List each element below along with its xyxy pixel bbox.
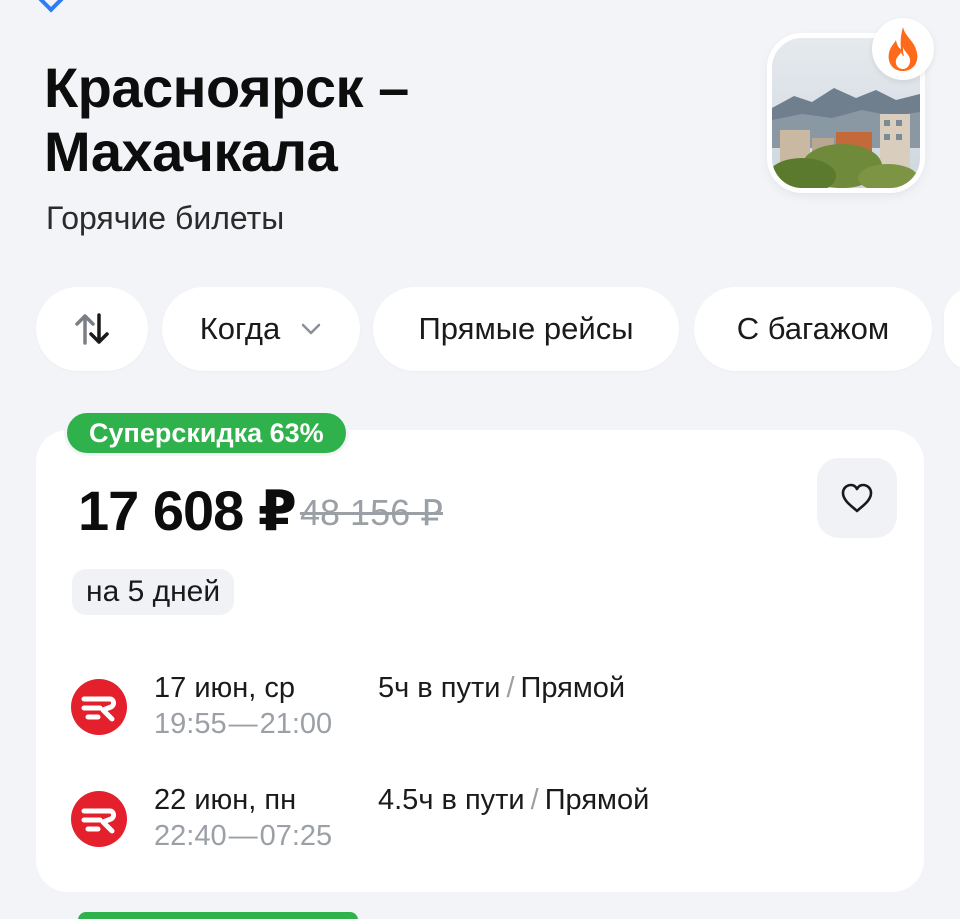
leg-date: 17 июн, ср <box>154 672 296 704</box>
direct-flights-filter[interactable]: Прямые рейсы <box>373 287 679 371</box>
discount-badge: Суперскидка 63% <box>64 410 349 456</box>
when-filter-label: Когда <box>199 311 281 346</box>
leg-times: 22:40—07:25 <box>154 820 332 853</box>
travel-time: 5ч в пути <box>378 672 501 704</box>
info-separator: / <box>530 784 539 816</box>
trip-duration-badge: на 5 дней <box>72 569 235 615</box>
more-filters-chip[interactable] <box>944 287 960 371</box>
departure-time: 19:55 <box>154 708 227 740</box>
baggage-filter[interactable]: С багажом <box>694 287 932 371</box>
route-title-line2: Махачкала <box>44 120 338 183</box>
heart-icon <box>841 483 873 513</box>
next-offer-badge-peek <box>78 912 358 919</box>
page-subtitle: Горячие билеты <box>46 200 285 236</box>
stops-label: Прямой <box>544 784 650 816</box>
flight-leg-return: 22 июн, пн 22:40—07:25 4.5ч в пути / Прямо… <box>70 784 890 864</box>
chevron-down-icon <box>302 323 321 335</box>
arrival-time: 07:25 <box>259 820 333 852</box>
leg-times: 19:55—21:00 <box>154 708 332 741</box>
info-separator: / <box>506 672 515 704</box>
airline-logo-icon <box>71 679 127 735</box>
offer-price: 17 608 ₽ <box>78 479 297 542</box>
swap-direction-button[interactable] <box>36 287 148 371</box>
travel-time: 4.5ч в пути <box>378 784 525 816</box>
swap-arrows-icon <box>75 313 109 345</box>
route-title-line1: Красноярск – <box>44 56 409 119</box>
old-price: 48 156 ₽ <box>300 492 444 533</box>
hot-badge <box>872 18 934 80</box>
filter-bar: Когда Прямые рейсы С багажом <box>36 287 960 371</box>
favorite-button[interactable] <box>817 458 897 538</box>
stops-label: Прямой <box>520 672 626 704</box>
time-separator: — <box>228 820 258 852</box>
baggage-filter-label: С багажом <box>736 311 890 346</box>
route-title: Красноярск – Махачкала <box>44 56 644 184</box>
flight-leg-outbound: 17 июн, ср 19:55—21:00 5ч в пути / Прямой <box>70 672 890 752</box>
back-chevron-icon[interactable] <box>35 0 67 13</box>
fire-icon <box>888 27 918 71</box>
arrival-time: 21:00 <box>259 708 333 740</box>
leg-info: 4.5ч в пути / Прямой <box>378 784 649 817</box>
airline-logo-icon <box>71 791 127 847</box>
time-separator: — <box>228 708 258 740</box>
leg-date: 22 июн, пн <box>154 784 297 816</box>
departure-time: 22:40 <box>154 820 227 852</box>
leg-info: 5ч в пути / Прямой <box>378 672 625 705</box>
direct-flights-label: Прямые рейсы <box>418 311 634 346</box>
when-filter-dropdown[interactable]: Когда <box>162 287 360 371</box>
screen: Красноярск – Махачкала Горячие билеты Ко… <box>0 0 960 919</box>
